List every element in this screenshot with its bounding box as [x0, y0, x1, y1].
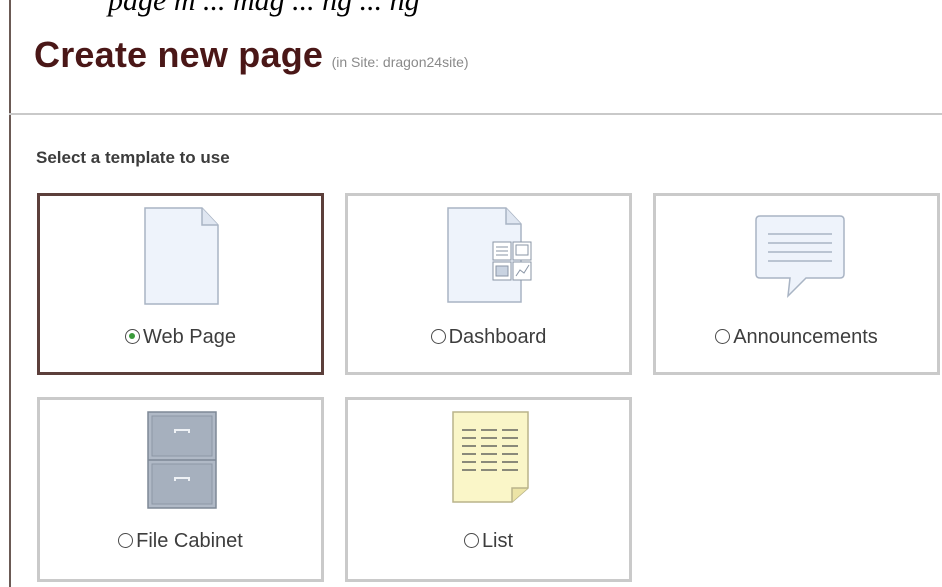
page-header: Create new page (in Site: dragon24site) — [34, 34, 469, 76]
template-card-dashboard[interactable]: Dashboard — [345, 193, 632, 375]
template-card-web-page[interactable]: Web Page — [37, 193, 324, 375]
template-option-file-cabinet[interactable]: File Cabinet — [40, 530, 321, 553]
site-note: (in Site: dragon24site) — [331, 54, 469, 70]
template-label-file-cabinet: File Cabinet — [136, 530, 243, 552]
radio-list[interactable] — [463, 533, 479, 548]
template-label-web-page: Web Page — [142, 326, 237, 348]
template-label-dashboard: Dashboard — [448, 326, 547, 348]
template-label-announcements: Announcements — [733, 326, 878, 348]
template-option-dashboard[interactable]: Dashboard — [348, 326, 629, 349]
template-option-list[interactable]: List — [348, 530, 629, 553]
cropped-top-text: page m ... mag ... ng ... ng — [108, 0, 420, 17]
template-label-list: List — [481, 530, 514, 552]
template-card-announcements[interactable]: Announcements — [653, 193, 940, 375]
radio-dashboard[interactable] — [430, 329, 446, 344]
section-label: Select a template to use — [36, 148, 230, 167]
radio-web-page[interactable] — [124, 329, 140, 344]
template-card-file-cabinet[interactable]: File Cabinet — [37, 397, 324, 582]
template-option-web-page[interactable]: Web Page — [40, 326, 321, 349]
left-border — [9, 0, 11, 587]
radio-file-cabinet[interactable] — [118, 533, 134, 548]
header-divider — [9, 113, 942, 115]
template-option-announcements[interactable]: Announcements — [656, 326, 937, 349]
radio-announcements[interactable] — [715, 329, 731, 344]
page-title: Create new page — [34, 34, 324, 75]
template-card-list[interactable]: List — [345, 397, 632, 582]
